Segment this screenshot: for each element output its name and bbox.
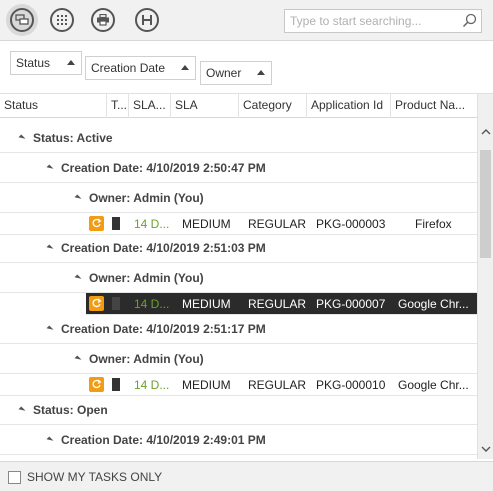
group-chip-label: Status: [16, 56, 51, 70]
group-row[interactable]: Owner: Admin (You): [0, 344, 477, 374]
grid-header: Status T... SLA... SLA Category Applicat…: [0, 94, 477, 118]
columns-button[interactable]: [46, 4, 78, 36]
group-row-label: Status: Active: [33, 131, 113, 145]
document-icon: [112, 297, 120, 310]
column-header-application-id[interactable]: Application Id: [307, 94, 391, 118]
collapse-icon[interactable]: [18, 406, 26, 414]
scroll-down-icon[interactable]: [478, 441, 493, 457]
print-button[interactable]: [87, 4, 119, 36]
sla-cell: MEDIUM: [182, 217, 231, 231]
document-icon: [112, 217, 120, 230]
group-chip-owner[interactable]: Owner: [200, 61, 272, 85]
scroll-up-icon[interactable]: [478, 124, 493, 140]
column-header-sla-due[interactable]: SLA...: [129, 94, 171, 118]
show-my-tasks-checkbox[interactable]: [8, 471, 21, 484]
group-chip-label: Owner: [206, 66, 242, 80]
group-row-label: Creation Date: 4/10/2019 2:50:47 PM: [61, 161, 266, 175]
collapse-icon[interactable]: [46, 244, 54, 252]
table-row-selected[interactable]: 14 D... MEDIUM REGULAR PKG-000007 Google…: [86, 293, 477, 315]
refresh-icon: [89, 377, 104, 392]
group-row[interactable]: Status: Open: [0, 395, 477, 425]
refresh-icon: [89, 296, 104, 311]
group-chip-status[interactable]: Status: [10, 51, 82, 75]
group-row[interactable]: Creation Date: 4/10/2019 2:51:17 PM: [0, 314, 477, 344]
group-row-label: Creation Date: 4/10/2019 2:51:17 PM: [61, 322, 266, 336]
column-header-category[interactable]: Category: [239, 94, 307, 118]
sla-due-cell: 14 D...: [134, 217, 170, 231]
group-row[interactable]: Creation Date: 4/10/2019 2:50:47 PM: [0, 153, 477, 183]
grid-body: Status: Active Creation Date: 4/10/2019 …: [0, 118, 477, 459]
document-icon: [112, 378, 120, 391]
history-icon: [135, 8, 159, 32]
category-cell: REGULAR: [248, 378, 306, 392]
sla-due-cell: 14 D...: [134, 378, 170, 392]
column-header-product-name[interactable]: Product Na...: [391, 94, 477, 118]
group-chip-creation-date[interactable]: Creation Date: [85, 56, 196, 80]
sort-asc-icon[interactable]: [257, 70, 265, 75]
product-name-cell: Firefox: [415, 217, 452, 231]
expand-all-button[interactable]: [6, 4, 38, 36]
collapse-icon[interactable]: [18, 134, 26, 142]
category-cell: REGULAR: [248, 217, 306, 231]
sort-asc-icon[interactable]: [181, 65, 189, 70]
sort-asc-icon[interactable]: [67, 60, 75, 65]
print-icon: [91, 8, 115, 32]
toolbar: [0, 0, 493, 41]
collapse-icon[interactable]: [74, 274, 82, 282]
show-my-tasks-label[interactable]: SHOW MY TASKS ONLY: [27, 462, 162, 491]
group-row-label: Owner: Admin (You): [89, 191, 204, 205]
search-icon[interactable]: [462, 13, 477, 31]
application-id-cell: PKG-000007: [316, 297, 386, 311]
group-row[interactable]: Owner: Admin (You): [0, 183, 477, 213]
group-row-label: Owner: Admin (You): [89, 352, 204, 366]
sla-cell: MEDIUM: [182, 297, 231, 311]
collapse-icon[interactable]: [74, 355, 82, 363]
search-box[interactable]: [284, 9, 482, 33]
search-input[interactable]: [285, 10, 455, 32]
scrollbar-thumb[interactable]: [480, 150, 491, 258]
history-button[interactable]: [131, 4, 163, 36]
refresh-icon: [89, 216, 104, 231]
product-name-cell: Google Chr...: [398, 297, 469, 311]
application-id-cell: PKG-000003: [316, 217, 386, 231]
group-row-label: Creation Date: 4/10/2019 2:51:03 PM: [61, 241, 266, 255]
product-name-cell: Google Chr...: [398, 378, 469, 392]
sla-cell: MEDIUM: [182, 378, 231, 392]
table-row[interactable]: 14 D... MEDIUM REGULAR PKG-000010 Google…: [0, 374, 477, 396]
collapse-icon[interactable]: [74, 194, 82, 202]
expand-all-icon: [10, 8, 34, 32]
sla-due-cell: 14 D...: [134, 297, 170, 311]
group-row[interactable]: Owner: Admin (You): [0, 263, 477, 293]
category-cell: REGULAR: [248, 297, 306, 311]
group-row-label: Owner: Admin (You): [89, 271, 204, 285]
group-by-panel: Status Creation Date Owner: [0, 41, 493, 94]
group-row[interactable]: Creation Date: 4/10/2019 2:51:03 PM: [0, 233, 477, 263]
group-row[interactable]: Status: Active: [0, 123, 477, 153]
footer-bar: SHOW MY TASKS ONLY: [0, 461, 493, 491]
group-row-label: Creation Date: 4/10/2019 2:49:01 PM: [61, 433, 266, 447]
collapse-icon[interactable]: [46, 164, 54, 172]
column-header-type[interactable]: T...: [107, 94, 129, 118]
column-header-status[interactable]: Status: [0, 94, 107, 118]
group-row-label: Status: Open: [33, 403, 108, 417]
collapse-icon[interactable]: [46, 325, 54, 333]
column-header-sla[interactable]: SLA: [171, 94, 239, 118]
application-id-cell: PKG-000010: [316, 378, 386, 392]
collapse-icon[interactable]: [46, 436, 54, 444]
vertical-scrollbar[interactable]: [477, 94, 493, 459]
group-row[interactable]: Creation Date: 4/10/2019 2:49:01 PM: [0, 425, 477, 455]
table-row[interactable]: 14 D... MEDIUM REGULAR PKG-000003 Firefo…: [0, 213, 477, 235]
group-chip-label: Creation Date: [91, 61, 166, 75]
columns-icon: [50, 8, 74, 32]
